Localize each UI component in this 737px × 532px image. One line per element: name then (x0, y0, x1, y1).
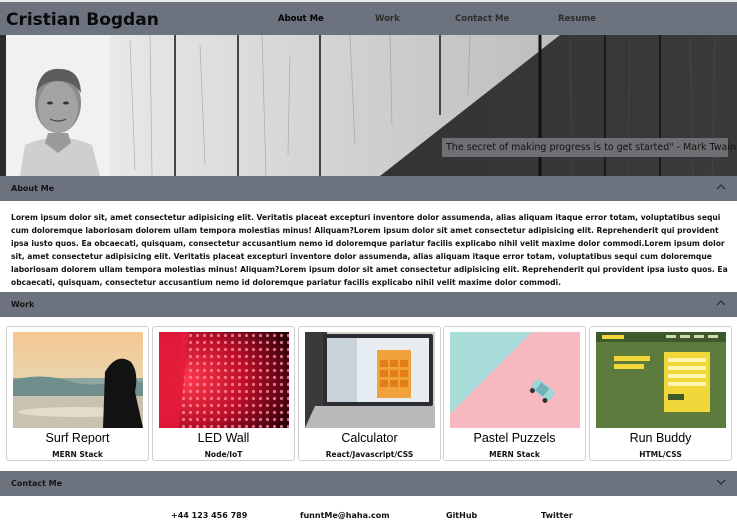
project-thumbnail-surf (13, 332, 143, 428)
chevron-down-icon[interactable] (716, 477, 726, 487)
project-stack: MERN Stack (52, 450, 103, 459)
about-section-title: About Me (11, 184, 55, 193)
project-card-run-buddy[interactable]: Run Buddy HTML/CSS (589, 326, 732, 461)
contact-section-header[interactable]: Contact Me (0, 471, 737, 496)
project-stack: Node/IoT (204, 450, 243, 459)
contact-github-link[interactable]: GitHub (446, 511, 477, 520)
project-stack: HTML/CSS (639, 450, 682, 459)
nav-link-resume[interactable]: Resume (558, 14, 596, 24)
project-card-pastel-puzzels[interactable]: Pastel Puzzels MERN Stack (443, 326, 586, 461)
work-section-header[interactable]: Work (0, 292, 737, 317)
project-title: Surf Report (45, 431, 110, 445)
project-thumbnail-runbuddy (596, 332, 726, 428)
hero-banner: The secret of making progress is to get … (0, 35, 737, 176)
nav-link-work[interactable]: Work (375, 14, 400, 24)
nav-link-contact[interactable]: Contact Me (455, 14, 509, 24)
project-title: LED Wall (197, 431, 250, 445)
contact-section-title: Contact Me (11, 479, 63, 488)
project-thumbnail-led (159, 332, 289, 428)
project-thumbnail-calculator (305, 332, 435, 428)
hero-quote: The secret of making progress is to get … (442, 138, 736, 157)
about-section-header[interactable]: About Me (0, 176, 737, 201)
project-title: Run Buddy (629, 431, 692, 445)
contact-phone: +44 123 456 789 (171, 511, 248, 520)
chevron-up-icon[interactable] (716, 182, 726, 192)
contact-email[interactable]: funntMe@haha.com (300, 511, 390, 520)
project-title: Calculator (341, 431, 398, 445)
navbar: Cristian Bogdan About Me Work Contact Me… (0, 0, 737, 35)
brand-name[interactable]: Cristian Bogdan (6, 10, 159, 30)
nav-link-about[interactable]: About Me (278, 14, 324, 24)
project-card-surf-report[interactable]: Surf Report MERN Stack (6, 326, 149, 461)
contact-twitter-link[interactable]: Twitter (541, 511, 573, 520)
project-stack: React/Javascript/CSS (325, 450, 414, 459)
chevron-up-icon[interactable] (716, 298, 726, 308)
project-card-led-wall[interactable]: LED Wall Node/IoT (152, 326, 295, 461)
project-stack: MERN Stack (489, 450, 540, 459)
project-thumbnail-pastel (450, 332, 580, 428)
project-title: Pastel Puzzels (473, 431, 556, 445)
work-section-title: Work (11, 300, 35, 309)
about-text: Lorem ipsum dolor sit, amet consectetur … (11, 213, 728, 287)
project-card-calculator[interactable]: Calculator React/Javascript/CSS (298, 326, 441, 461)
